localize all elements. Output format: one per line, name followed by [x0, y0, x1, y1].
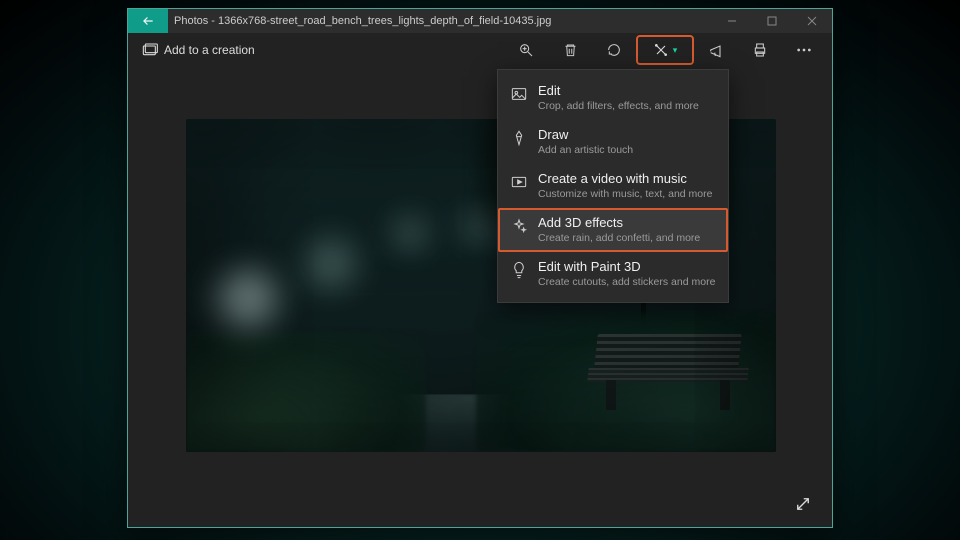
maximize-button[interactable]	[752, 9, 792, 33]
edit-create-menu: EditCrop, add filters, effects, and more…	[497, 69, 729, 303]
arrow-left-icon	[141, 14, 155, 28]
rotate-icon	[606, 42, 622, 58]
pen-icon	[510, 129, 528, 147]
menu-item-subtitle: Customize with music, text, and more	[538, 187, 712, 201]
chevron-down-icon: ▾	[673, 45, 678, 56]
share-icon	[708, 42, 724, 58]
menu-item-title: Edit	[538, 83, 699, 99]
creation-icon	[142, 43, 158, 57]
menu-item-title: Add 3D effects	[538, 215, 700, 231]
more-button[interactable]	[782, 35, 826, 65]
menu-item-title: Create a video with music	[538, 171, 712, 187]
fullscreen-button[interactable]	[794, 495, 812, 513]
menu-item-subtitle: Create rain, add confetti, and more	[538, 231, 700, 245]
photos-app-window: Photos - 1366x768-street_road_bench_tree…	[127, 8, 833, 528]
more-icon	[796, 48, 812, 52]
title-file: 1366x768-street_road_bench_trees_lights_…	[218, 15, 551, 27]
add-to-creation-label: Add to a creation	[164, 43, 255, 57]
bulb-icon	[510, 261, 528, 279]
edit-create-button[interactable]: ▾	[636, 35, 694, 65]
video-icon	[510, 173, 528, 191]
print-button[interactable]	[738, 35, 782, 65]
menu-item-subtitle: Crop, add filters, effects, and more	[538, 99, 699, 113]
menu-item-subtitle: Add an artistic touch	[538, 143, 633, 157]
add-to-creation-button[interactable]: Add to a creation	[134, 39, 263, 61]
sparkle-icon	[510, 217, 528, 235]
print-icon	[752, 42, 768, 58]
window-title: Photos - 1366x768-street_road_bench_tree…	[174, 15, 712, 27]
menu-item-add-3d-effects[interactable]: Add 3D effectsCreate rain, add confetti,…	[498, 208, 728, 252]
menu-item-create-a-video-with-music[interactable]: Create a video with musicCustomize with …	[498, 164, 728, 208]
share-button[interactable]	[694, 35, 738, 65]
trash-icon	[563, 42, 578, 58]
menu-item-edit-with-paint-3d[interactable]: Edit with Paint 3DCreate cutouts, add st…	[498, 252, 728, 296]
delete-button[interactable]	[548, 35, 592, 65]
zoom-button[interactable]	[504, 35, 548, 65]
titlebar: Photos - 1366x768-street_road_bench_tree…	[128, 9, 832, 33]
zoom-icon	[518, 42, 534, 58]
fullscreen-icon	[794, 495, 812, 513]
title-app: Photos	[174, 15, 208, 27]
menu-item-title: Edit with Paint 3D	[538, 259, 715, 275]
image-icon	[510, 85, 528, 103]
magic-icon	[653, 42, 669, 58]
minimize-button[interactable]	[712, 9, 752, 33]
menu-item-subtitle: Create cutouts, add stickers and more	[538, 275, 715, 289]
rotate-button[interactable]	[592, 35, 636, 65]
close-button[interactable]	[792, 9, 832, 33]
back-button[interactable]	[128, 9, 168, 33]
menu-item-title: Draw	[538, 127, 633, 143]
menu-item-edit[interactable]: EditCrop, add filters, effects, and more	[498, 76, 728, 120]
toolbar: Add to a creation ▾	[128, 33, 832, 67]
menu-item-draw[interactable]: DrawAdd an artistic touch	[498, 120, 728, 164]
